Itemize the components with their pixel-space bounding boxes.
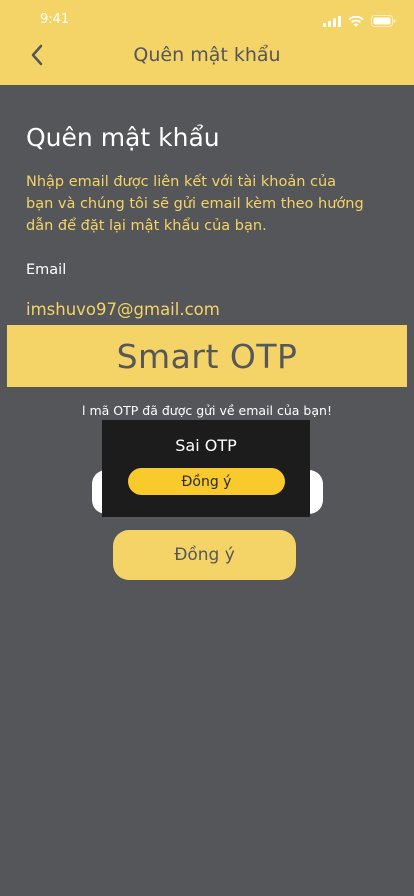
page-title: Quên mật khẩu: [26, 123, 220, 152]
otp-sent-note: l mã OTP đã được gửi về email của bạn!: [82, 403, 332, 418]
email-label: Email: [26, 262, 67, 278]
otp-banner-text: Smart OTP: [116, 336, 298, 376]
signal-icon: [323, 15, 341, 27]
page-description: Nhập email được liên kết với tài khoản c…: [26, 174, 364, 234]
alert-dialog: Sai OTP Đồng ý: [102, 420, 310, 517]
status-bar: 9:41: [0, 0, 414, 44]
otp-banner: Smart OTP: [7, 325, 407, 387]
alert-confirm-button[interactable]: Đồng ý: [128, 468, 285, 495]
wifi-icon: [348, 15, 364, 27]
status-icons: [323, 15, 396, 27]
header-title: Quên mật khẩu: [133, 44, 281, 66]
submit-button[interactable]: Đồng ý: [113, 530, 296, 580]
battery-icon: [371, 15, 396, 27]
header-bar: 9:41 Quên mật khẩu: [0, 0, 414, 85]
email-field[interactable]: imshuvo97@gmail.com: [26, 300, 220, 319]
alert-title: Sai OTP: [175, 436, 237, 455]
status-time: 9:41: [40, 12, 70, 27]
